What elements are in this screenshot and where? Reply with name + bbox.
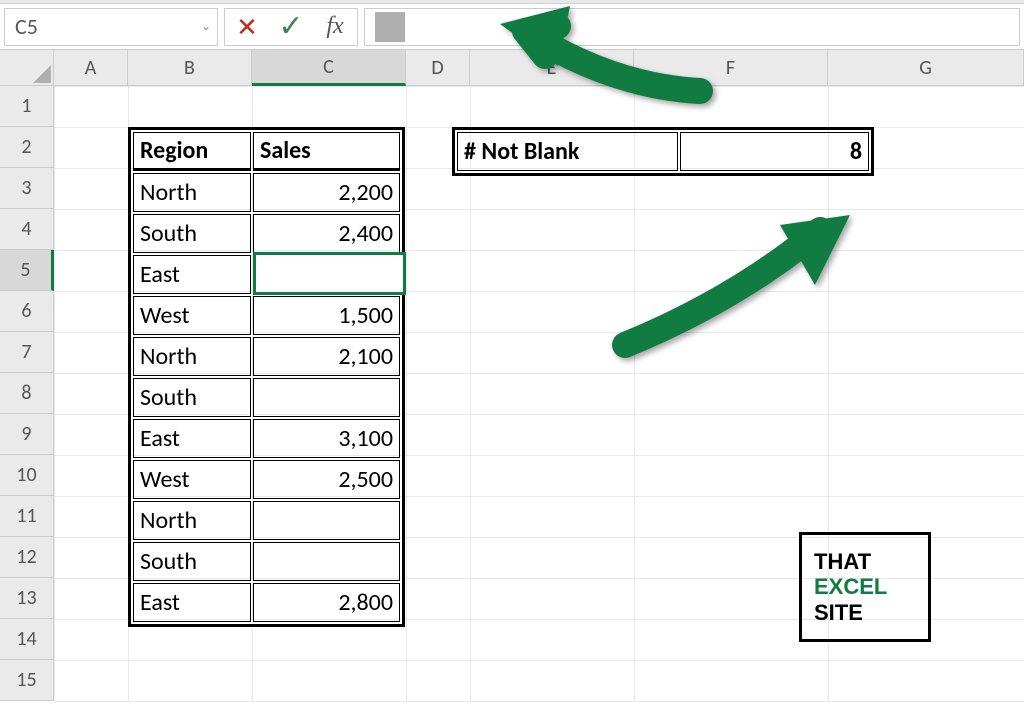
sales-cell[interactable]: 1,500 <box>253 296 400 335</box>
row-header-6[interactable]: 6 <box>0 291 54 332</box>
row-header-8[interactable]: 8 <box>0 373 54 414</box>
region-cell[interactable]: South <box>133 214 251 253</box>
summary-table: # Not Blank 8 <box>452 127 874 176</box>
row-header-4[interactable]: 4 <box>0 209 54 250</box>
logo-line-3: SITE <box>814 600 916 625</box>
sales-cell[interactable]: 2,500 <box>253 460 400 499</box>
row-header-13[interactable]: 13 <box>0 578 54 619</box>
table-row: South2,400 <box>133 214 400 253</box>
arrow-icon <box>605 215 855 360</box>
redacted-block <box>375 12 405 42</box>
region-cell[interactable]: West <box>133 296 251 335</box>
column-header-B[interactable]: B <box>128 50 252 86</box>
row-header-7[interactable]: 7 <box>0 332 54 373</box>
row-header-2[interactable]: 2 <box>0 127 54 168</box>
sales-cell[interactable] <box>253 542 400 581</box>
sales-cell[interactable] <box>253 501 400 540</box>
sales-cell[interactable]: 2,400 <box>253 214 400 253</box>
arrow-icon <box>500 6 720 106</box>
grid-body[interactable]: RegionSalesNorth2,200South2,400EastWest1… <box>54 86 1024 701</box>
table-row: North2,100 <box>133 337 400 376</box>
table-row: North <box>133 501 400 540</box>
row-header-5[interactable]: 5 <box>0 250 54 291</box>
region-cell[interactable]: North <box>133 173 251 212</box>
sales-cell[interactable]: 2,100 <box>253 337 400 376</box>
region-cell[interactable]: North <box>133 337 251 376</box>
column-header-D[interactable]: D <box>406 50 470 86</box>
region-cell[interactable]: East <box>133 419 251 458</box>
row-header-1[interactable]: 1 <box>0 86 54 127</box>
sales-cell[interactable]: 2,800 <box>253 583 400 622</box>
table-row: South <box>133 378 400 417</box>
row-header-10[interactable]: 10 <box>0 455 54 496</box>
region-cell[interactable]: South <box>133 542 251 581</box>
table-row: # Not Blank 8 <box>457 132 869 171</box>
table-row: South <box>133 542 400 581</box>
column-header-C[interactable]: C <box>252 50 406 86</box>
row-header-11[interactable]: 11 <box>0 496 54 537</box>
not-blank-label: # Not Blank <box>457 132 678 171</box>
table-row: West1,500 <box>133 296 400 335</box>
fx-icon[interactable]: fx <box>313 9 357 45</box>
cancel-icon[interactable]: ✕ <box>225 9 269 45</box>
table-row: North2,200 <box>133 173 400 212</box>
logo-line-1: THAT <box>814 549 916 574</box>
checkmark-icon[interactable]: ✓ <box>269 9 313 45</box>
region-cell[interactable]: West <box>133 460 251 499</box>
column-header-A[interactable]: A <box>54 50 128 86</box>
region-cell[interactable]: South <box>133 378 251 417</box>
chevron-down-icon[interactable]: ⌄ <box>201 19 211 34</box>
column-header-G[interactable]: G <box>828 50 1024 86</box>
row-header-9[interactable]: 9 <box>0 414 54 455</box>
region-cell[interactable]: East <box>133 583 251 622</box>
name-box-value: C5 <box>15 13 38 40</box>
formula-controls: ✕ ✓ fx <box>224 8 358 46</box>
row-header-12[interactable]: 12 <box>0 537 54 578</box>
sales-cell[interactable] <box>253 378 400 417</box>
sales-cell[interactable]: 3,100 <box>253 419 400 458</box>
row-header-14[interactable]: 14 <box>0 619 54 660</box>
sales-cell[interactable]: 2,200 <box>253 173 400 212</box>
watermark-logo: THAT EXCEL SITE <box>799 532 931 642</box>
region-cell[interactable]: North <box>133 501 251 540</box>
spreadsheet: 123456789101112131415 ABCDEFG RegionSale… <box>0 50 1024 701</box>
table-row: West2,500 <box>133 460 400 499</box>
region-cell[interactable]: East <box>133 255 251 294</box>
select-all-corner[interactable] <box>0 50 54 86</box>
row-header-15[interactable]: 15 <box>0 660 54 701</box>
table-row: RegionSales <box>133 132 400 171</box>
active-cell-cursor[interactable] <box>253 252 406 295</box>
row-headers: 123456789101112131415 <box>0 86 54 701</box>
data-table-region-sales: RegionSalesNorth2,200South2,400EastWest1… <box>128 127 405 627</box>
table-row: East2,800 <box>133 583 400 622</box>
row-header-3[interactable]: 3 <box>0 168 54 209</box>
table-row: East3,100 <box>133 419 400 458</box>
not-blank-value: 8 <box>680 132 869 171</box>
region-header: Region <box>133 132 251 171</box>
name-box[interactable]: C5 ⌄ <box>4 8 218 46</box>
logo-line-2: EXCEL <box>814 574 916 599</box>
sales-header: Sales <box>253 132 400 171</box>
